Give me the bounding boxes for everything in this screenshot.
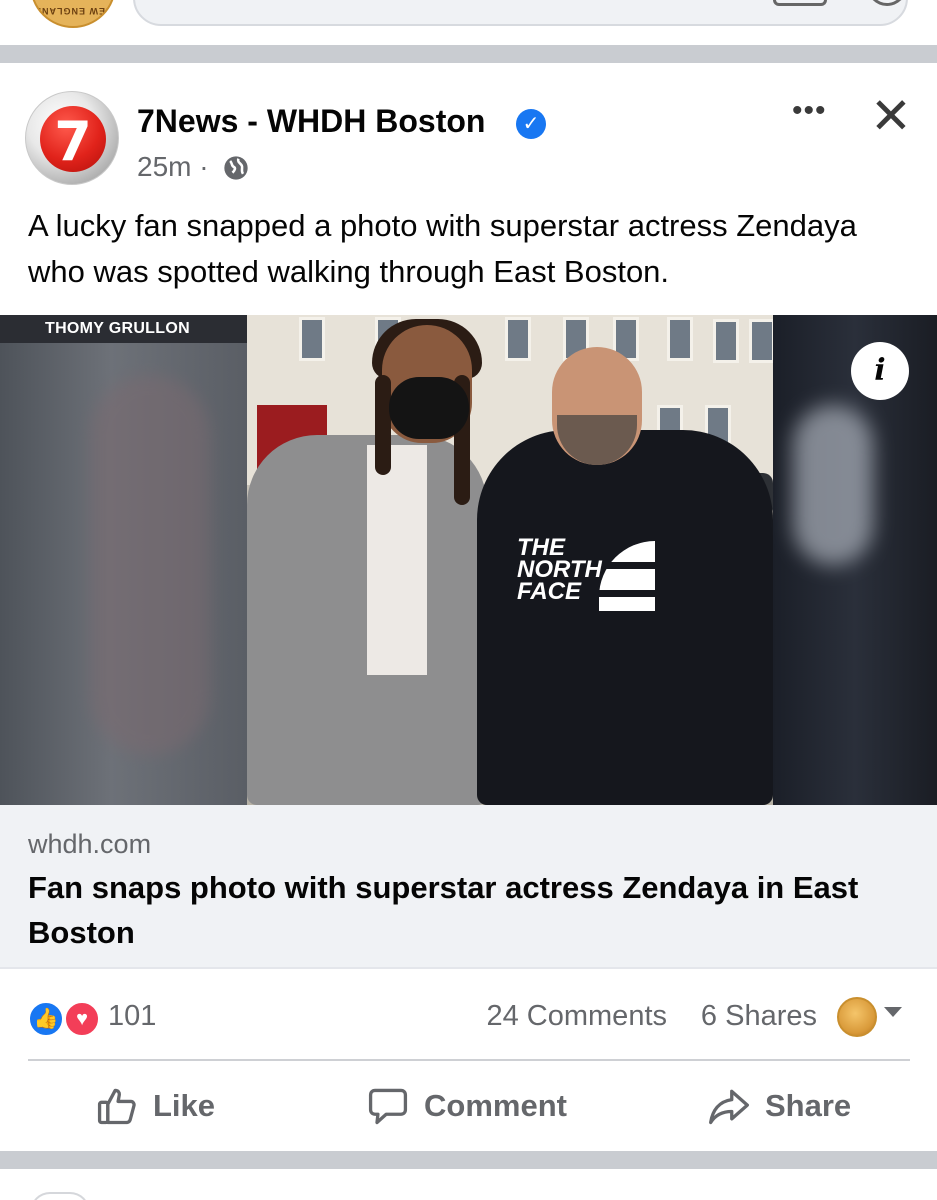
thumbs-up-icon	[97, 1088, 136, 1125]
love-reaction-icon[interactable]: ♥	[64, 1001, 100, 1037]
page-name-link[interactable]: 7News - WHDH Boston	[137, 103, 485, 140]
avatar-badge-text: NEW ENGLAND	[33, 6, 113, 16]
close-icon[interactable]: ✕	[870, 91, 912, 141]
post-header: 7 7News - WHDH Boston ✓ 25m · ••• ✕	[0, 63, 937, 193]
feed-divider-bottom	[0, 1151, 937, 1169]
photo-blur-right	[773, 315, 937, 805]
share-button[interactable]: Share	[707, 1061, 851, 1151]
avatar-logo: 7	[40, 106, 106, 173]
meta-separator: ·	[199, 151, 209, 182]
page-avatar[interactable]: 7	[25, 91, 119, 185]
like-button[interactable]: Like	[95, 1061, 215, 1151]
next-post-avatar	[30, 1192, 90, 1200]
comment-button[interactable]: Comment	[366, 1061, 567, 1151]
link-title: Fan snaps photo with superstar actress Z…	[28, 870, 859, 950]
photo-shirt	[367, 445, 427, 675]
link-domain: whdh.com	[28, 829, 152, 859]
profile-avatar[interactable]: NEW ENGLAND	[30, 0, 116, 28]
link-preview[interactable]: whdh.com Fan snaps photo with superstar …	[0, 805, 937, 969]
photo-credit: THOMY GRULLON	[45, 320, 190, 337]
photo-main: THE NORTH FACE	[247, 315, 775, 805]
globe-icon	[224, 156, 248, 180]
photo-blur-left	[0, 315, 247, 805]
post-actions: Like Comment Share	[0, 1061, 937, 1151]
info-icon[interactable]: i	[851, 342, 909, 400]
viewer-avatar[interactable]	[837, 997, 877, 1037]
post-timestamp[interactable]: 25m	[137, 151, 191, 182]
avatar-logo-text: 7	[54, 110, 92, 173]
feed-divider	[0, 45, 937, 63]
reaction-count[interactable]: 101	[108, 1000, 156, 1033]
comment-label: Comment	[424, 1088, 567, 1123]
post-photo[interactable]: THE NORTH FACE THOMY GRULLON	[0, 315, 937, 805]
shirt-logo-text: THE NORTH FACE	[517, 534, 602, 605]
photo-braid-left	[375, 375, 391, 475]
like-label: Like	[153, 1088, 216, 1123]
verified-badge-icon: ✓	[516, 109, 546, 139]
like-reaction-icon[interactable]: 👍	[28, 1001, 64, 1037]
share-arrow-icon	[709, 1089, 749, 1125]
post-meta: 25m ·	[137, 151, 209, 183]
shares-count-link[interactable]: 6 Shares	[701, 1000, 817, 1033]
comment-icon	[368, 1088, 408, 1125]
share-label: Share	[765, 1088, 852, 1123]
photo-face-mask	[389, 377, 469, 439]
photo-person-right	[477, 430, 773, 805]
comments-count-link[interactable]: 24 Comments	[486, 1000, 667, 1033]
chevron-down-icon[interactable]	[884, 1007, 902, 1017]
photo-icon[interactable]	[773, 0, 827, 6]
post-body-text: A lucky fan snapped a photo with superst…	[28, 208, 857, 289]
more-options-icon[interactable]: •••	[792, 96, 827, 126]
reactions-summary: 👍 ♥ 101 24 Comments 6 Shares	[0, 969, 937, 1061]
photo-credit-bar: THOMY GRULLON	[0, 315, 247, 343]
composer-bar: NEW ENGLAND	[0, 0, 937, 45]
